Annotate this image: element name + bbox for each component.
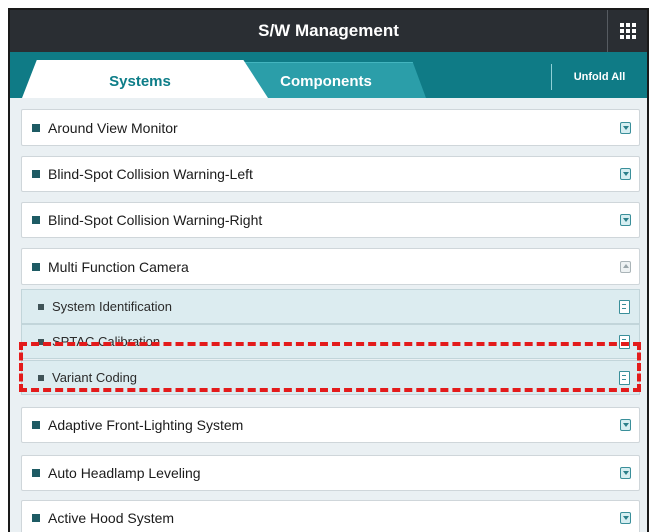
sub-item-system-identification[interactable]: System Identification — [21, 289, 640, 324]
system-label: Auto Headlamp Leveling — [48, 465, 201, 481]
tab-bar: Components Systems Unfold All — [10, 52, 647, 98]
bullet-icon — [32, 123, 40, 132]
bullet-icon — [32, 421, 40, 429]
system-label: Blind-Spot Collision Warning-Right — [48, 212, 263, 228]
bullet-icon — [32, 469, 40, 477]
bullet-icon — [32, 216, 40, 224]
document-icon[interactable] — [619, 299, 630, 314]
system-row-bscw-right[interactable]: Blind-Spot Collision Warning-Right — [21, 202, 640, 238]
app-window: S/W Management Components Systems Unfold… — [8, 8, 649, 532]
apps-menu-button[interactable] — [607, 10, 647, 52]
download-icon[interactable] — [620, 121, 631, 134]
systems-list: Around View Monitor Blind-Spot Collision… — [10, 98, 647, 532]
download-icon[interactable] — [620, 214, 631, 226]
system-label: Multi Function Camera — [48, 258, 189, 275]
download-icon[interactable] — [620, 467, 631, 479]
unfold-all-button[interactable]: Unfold All — [551, 64, 647, 90]
system-row-bscw-left[interactable]: Blind-Spot Collision Warning-Left — [21, 156, 640, 192]
upload-icon[interactable] — [620, 260, 631, 273]
sub-item-sptac-calibration[interactable]: SPTAC Calibration — [21, 324, 640, 359]
bullet-icon — [38, 303, 44, 310]
page-title: S/W Management — [258, 21, 399, 40]
system-row-active-hood-system[interactable]: Active Hood System — [21, 500, 640, 532]
system-label: Active Hood System — [48, 510, 175, 526]
bullet-icon — [32, 170, 40, 178]
system-label: Blind-Spot Collision Warning-Left — [48, 166, 253, 182]
sub-item-label: System Identification — [52, 299, 172, 314]
sub-item-label: SPTAC Calibration — [52, 334, 161, 349]
download-icon[interactable] — [620, 168, 631, 180]
download-icon[interactable] — [620, 512, 631, 524]
bullet-icon — [38, 338, 44, 345]
system-row-adaptive-front-lighting[interactable]: Adaptive Front-Lighting System — [21, 407, 640, 443]
tab-systems-label[interactable]: Systems — [22, 60, 258, 98]
system-row-auto-headlamp-leveling[interactable]: Auto Headlamp Leveling — [21, 455, 640, 491]
grid-icon — [619, 23, 636, 39]
document-icon[interactable] — [619, 334, 630, 349]
sub-item-label: Variant Coding — [52, 370, 138, 385]
system-label: Adaptive Front-Lighting System — [48, 417, 244, 433]
system-row-multi-function-camera[interactable]: Multi Function Camera — [21, 248, 640, 285]
bullet-icon — [38, 374, 44, 381]
system-label: Around View Monitor — [48, 119, 178, 136]
document-icon[interactable] — [619, 370, 630, 385]
system-row-around-view-monitor[interactable]: Around View Monitor — [21, 109, 640, 146]
download-icon[interactable] — [620, 419, 631, 431]
bullet-icon — [32, 262, 40, 271]
sub-item-variant-coding[interactable]: Variant Coding — [21, 360, 640, 395]
title-bar: S/W Management — [10, 10, 647, 52]
bullet-icon — [32, 514, 40, 522]
